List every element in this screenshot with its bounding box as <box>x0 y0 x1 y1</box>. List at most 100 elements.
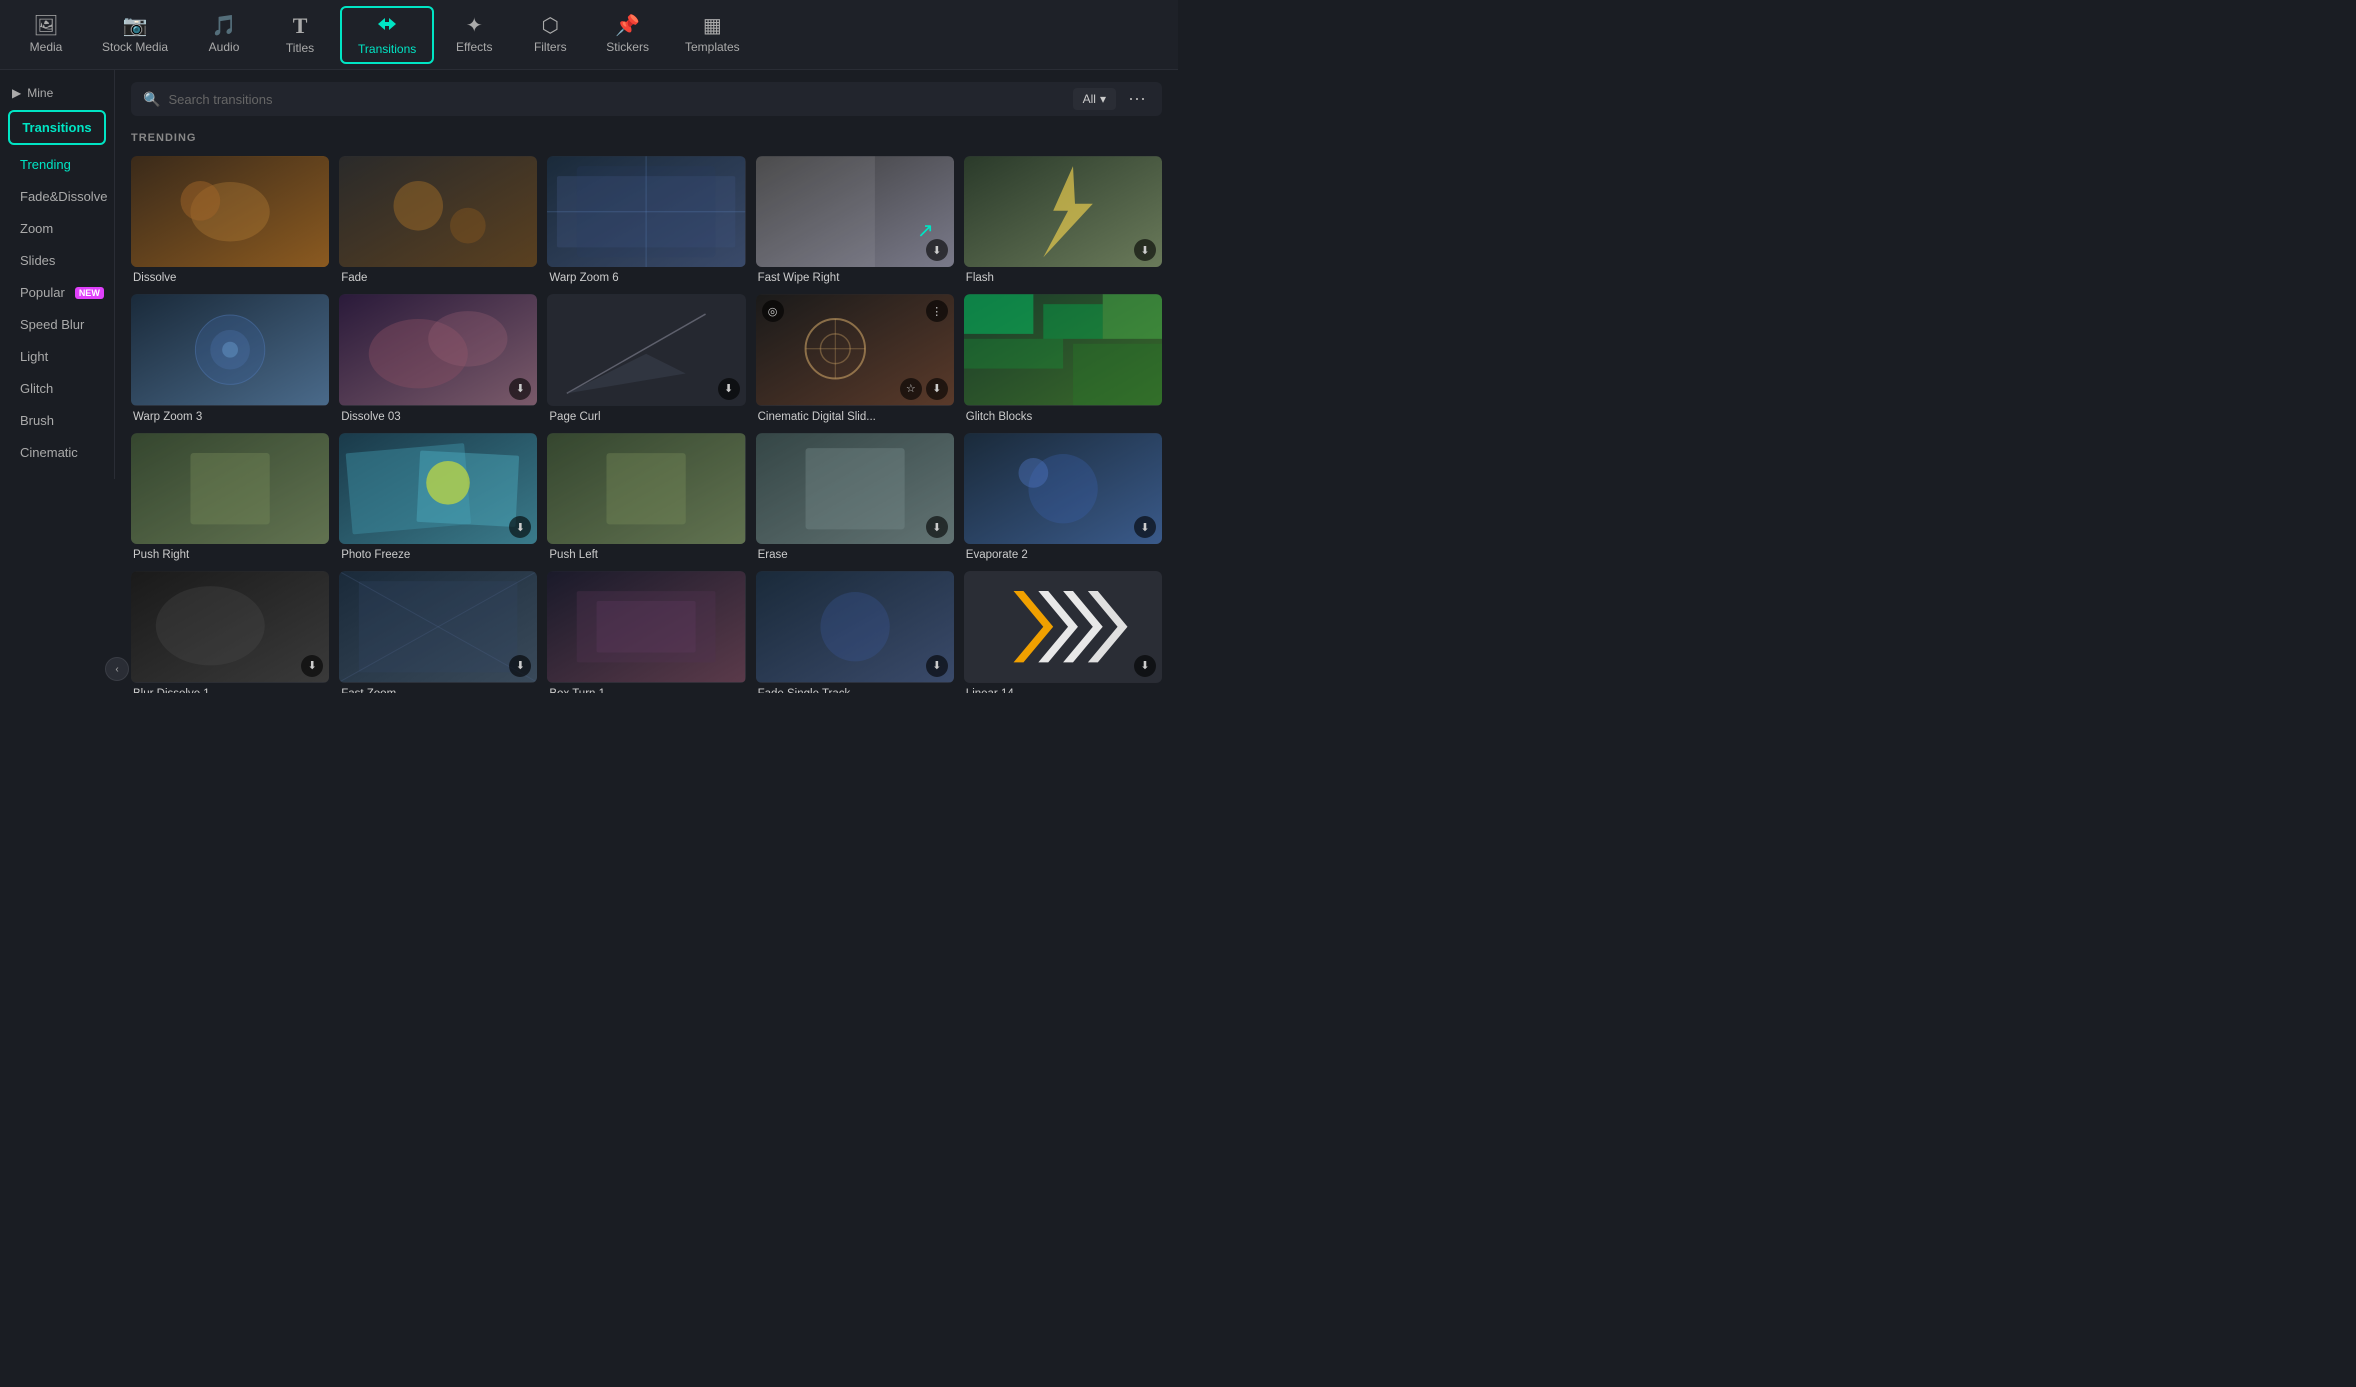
card-push-left-label: Push Left <box>547 549 745 561</box>
page-curl-download-icon[interactable]: ⬇ <box>718 378 740 400</box>
popular-new-badge: NEW <box>75 287 104 299</box>
nav-filters-label: Filters <box>534 40 567 54</box>
card-glitch-blocks[interactable]: Glitch Blocks <box>964 294 1162 422</box>
card-push-right[interactable]: Push Right <box>131 433 329 561</box>
card-erase-label: Erase <box>756 549 954 561</box>
sidebar-mine[interactable]: ▶ Mine <box>0 80 114 106</box>
card-dissolve-03[interactable]: ⬇ Dissolve 03 <box>339 294 537 422</box>
nav-templates[interactable]: ▦ Templates <box>669 6 756 64</box>
sidebar-item-speed-blur[interactable]: Speed Blur <box>4 309 110 340</box>
card-erase[interactable]: ⬇ Erase <box>756 433 954 561</box>
nav-templates-label: Templates <box>685 40 740 54</box>
search-input[interactable] <box>168 92 1064 107</box>
fade-single-track-download-icon[interactable]: ⬇ <box>926 655 948 677</box>
nav-effects[interactable]: ✦ Effects <box>438 6 510 64</box>
nav-transitions[interactable]: Transitions <box>340 6 434 64</box>
effects-icon: ✦ <box>466 16 483 36</box>
card-blur-dissolve-1[interactable]: ⬇ Blur Dissolve 1 <box>131 571 329 693</box>
card-glitch-blocks-thumb <box>964 294 1162 405</box>
card-flash-label: Flash <box>964 272 1162 284</box>
card-push-left[interactable]: Push Left <box>547 433 745 561</box>
card-cinematic-digital[interactable]: ◎ ⋮ ☆ ⬇ Cinematic Digital Slid... <box>756 294 954 422</box>
templates-icon: ▦ <box>703 16 722 36</box>
card-fast-wipe-right[interactable]: ⬇ ↗ Fast Wipe Right <box>756 156 954 284</box>
nav-media[interactable]: 🖼 Media <box>10 6 82 64</box>
sidebar-item-glitch[interactable]: Glitch <box>4 373 110 404</box>
filter-button[interactable]: All ▾ <box>1073 88 1116 110</box>
cinematic-star-icon[interactable]: ☆ <box>900 378 922 400</box>
sidebar-item-zoom[interactable]: Zoom <box>4 213 110 244</box>
card-fade[interactable]: Fade <box>339 156 537 284</box>
card-warp-zoom-6-thumb <box>547 156 745 267</box>
titles-icon: T <box>293 15 308 37</box>
card-fast-zoom-thumb: ⬇ <box>339 571 537 682</box>
blur-dissolve-1-download-icon[interactable]: ⬇ <box>301 655 323 677</box>
sidebar-item-cinematic[interactable]: Cinematic <box>4 437 110 468</box>
cinematic-download-icon[interactable]: ⬇ <box>926 378 948 400</box>
card-warp-zoom-6-label: Warp Zoom 6 <box>547 272 745 284</box>
card-photo-freeze[interactable]: ⬇ Photo Freeze <box>339 433 537 561</box>
linear-14-download-icon[interactable]: ⬇ <box>1134 655 1156 677</box>
card-fast-zoom-label: Fast Zoom <box>339 688 537 693</box>
filter-label: All <box>1083 92 1096 106</box>
card-fade-thumb <box>339 156 537 267</box>
nav-audio[interactable]: 🎵 Audio <box>188 6 260 64</box>
nav-stock-media-label: Stock Media <box>102 40 168 54</box>
card-photo-freeze-label: Photo Freeze <box>339 549 537 561</box>
nav-stickers[interactable]: 📌 Stickers <box>590 6 665 64</box>
nav-titles[interactable]: T Titles <box>264 6 336 64</box>
sidebar-item-trending[interactable]: Trending <box>4 149 110 180</box>
nav-stock-media[interactable]: 📷 Stock Media <box>86 6 184 64</box>
card-evaporate-2-thumb: ⬇ <box>964 433 1162 544</box>
card-blur-dissolve-1-label: Blur Dissolve 1 <box>131 688 329 693</box>
card-push-right-thumb <box>131 433 329 544</box>
nav-audio-label: Audio <box>209 40 240 54</box>
card-warp-zoom-3-label: Warp Zoom 3 <box>131 411 329 423</box>
card-dissolve-label: Dissolve <box>131 272 329 284</box>
sidebar-trending-label: Trending <box>20 157 71 172</box>
card-fade-label: Fade <box>339 272 537 284</box>
sidebar-cinematic-label: Cinematic <box>20 445 78 460</box>
card-dissolve[interactable]: Dissolve <box>131 156 329 284</box>
sidebar-transitions-button[interactable]: Transitions <box>8 110 106 145</box>
sidebar: ▶ Mine Transitions Trending Fade&Dissolv… <box>0 70 115 479</box>
sidebar-item-brush[interactable]: Brush <box>4 405 110 436</box>
card-warp-zoom-3[interactable]: Warp Zoom 3 <box>131 294 329 422</box>
card-fade-single-track-label: Fade Single Track <box>756 688 954 693</box>
card-warp-zoom-3-thumb <box>131 294 329 405</box>
more-options-button[interactable]: ⋯ <box>1124 89 1150 110</box>
sidebar-item-popular[interactable]: Popular NEW <box>4 277 110 308</box>
sidebar-item-fade-dissolve[interactable]: Fade&Dissolve <box>4 181 110 212</box>
card-push-left-thumb <box>547 433 745 544</box>
top-nav: 🖼 Media 📷 Stock Media 🎵 Audio T Titles T… <box>0 0 1178 70</box>
mine-label: Mine <box>27 86 53 100</box>
cinematic-focus-icon[interactable]: ◎ <box>762 300 784 322</box>
nav-stickers-label: Stickers <box>606 40 649 54</box>
filters-icon: ⬡ <box>542 16 559 36</box>
search-bar: 🔍 All ▾ ⋯ <box>131 82 1162 116</box>
card-warp-zoom-6[interactable]: Warp Zoom 6 <box>547 156 745 284</box>
card-linear-14[interactable]: ⬇ Linear 14 <box>964 571 1162 693</box>
nav-filters[interactable]: ⬡ Filters <box>514 6 586 64</box>
sidebar-item-light[interactable]: Light <box>4 341 110 372</box>
sidebar-light-label: Light <box>20 349 48 364</box>
card-box-turn-1[interactable]: Box Turn 1 <box>547 571 745 693</box>
card-dissolve-thumb <box>131 156 329 267</box>
sidebar-wrapper: ▶ Mine Transitions Trending Fade&Dissolv… <box>0 70 115 693</box>
section-heading-trending: TRENDING <box>131 132 1162 144</box>
card-dissolve-03-thumb: ⬇ <box>339 294 537 405</box>
card-fade-single-track[interactable]: ⬇ Fade Single Track <box>756 571 954 693</box>
sidebar-item-slides[interactable]: Slides <box>4 245 110 276</box>
card-flash[interactable]: ⬇ Flash <box>964 156 1162 284</box>
sidebar-zoom-label: Zoom <box>20 221 53 236</box>
nav-effects-label: Effects <box>456 40 492 54</box>
audio-icon: 🎵 <box>212 16 237 36</box>
card-page-curl[interactable]: ⬇ Page Curl <box>547 294 745 422</box>
transitions-grid: Dissolve Fade <box>131 156 1162 693</box>
card-evaporate-2[interactable]: ⬇ Evaporate 2 <box>964 433 1162 561</box>
card-push-right-label: Push Right <box>131 549 329 561</box>
sidebar-collapse-button[interactable]: ‹ <box>105 657 129 681</box>
card-fade-single-track-thumb: ⬇ <box>756 571 954 682</box>
sidebar-fade-dissolve-label: Fade&Dissolve <box>20 189 107 204</box>
card-fast-zoom[interactable]: ⬇ Fast Zoom <box>339 571 537 693</box>
